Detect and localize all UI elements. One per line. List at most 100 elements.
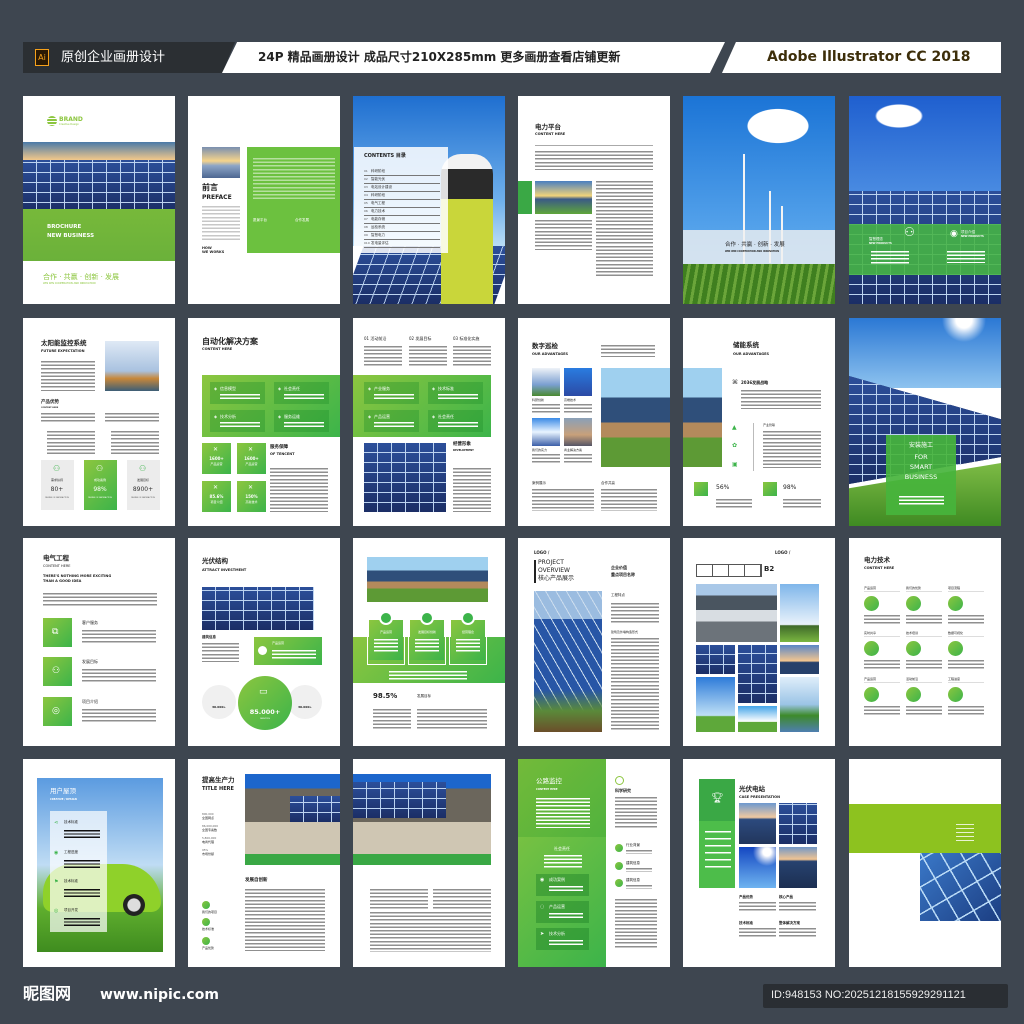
grid-label: 活动前沿 xyxy=(906,677,919,681)
page-title-en: CONTENT HERE xyxy=(536,788,558,791)
page-06-solar-roof: ⚇ ◉ 智慧理念 NEW PRODUCTS 项目介绍 NEW PRODUCTS xyxy=(849,96,1001,304)
text-placeholder xyxy=(739,902,776,913)
tile-icon: ◈ xyxy=(278,414,282,419)
panel-image xyxy=(696,645,735,674)
text-placeholder xyxy=(611,638,659,730)
grid-icon xyxy=(948,641,963,656)
text-placeholder xyxy=(417,709,487,729)
page-title-cn: 提高生产力 xyxy=(202,776,235,784)
text-placeholder xyxy=(864,615,900,624)
text-placeholder xyxy=(64,918,100,928)
page-title-cn: 公路监控 xyxy=(536,777,562,785)
case-label: 核心产品 xyxy=(779,895,793,899)
text-placeholder xyxy=(899,496,944,505)
green-strip xyxy=(353,854,491,865)
text-placeholder xyxy=(906,660,942,669)
box-icon xyxy=(258,646,267,655)
logo-text: LOGO / xyxy=(775,550,791,555)
text-placeholder xyxy=(389,671,467,680)
page-title-en: CONTENT HERE xyxy=(202,347,233,351)
tile-label: 成功案例 xyxy=(549,877,565,882)
contents-number: 07 xyxy=(364,217,368,221)
stat-icon-1 xyxy=(694,482,708,496)
crop-field-image xyxy=(683,264,835,304)
cover-slogan-en: WIN WIN COOPERATION AND INNOVATION xyxy=(43,282,96,285)
stat-label: 全国网点 xyxy=(202,816,215,820)
tile-icon: ◌ xyxy=(540,904,545,910)
field-solar-image xyxy=(535,181,592,214)
case-label: 产品优势 xyxy=(739,895,753,899)
tagline-1: THERE'S NOTHING MORE EXCITING xyxy=(43,574,112,578)
trophy-icon: 🏆︎ xyxy=(711,793,724,804)
thumb-label: 我们的实力 xyxy=(532,448,548,452)
text-placeholder xyxy=(871,251,909,265)
item-label: 技术标准 xyxy=(64,820,78,824)
page-14-pv-structure: 光伏结构 ATTRACT INVESTMENT 建筑信息 产品运营 30.000… xyxy=(188,538,340,746)
stat-label: 发展目标 xyxy=(417,694,431,698)
divider xyxy=(535,145,653,146)
preface-we-works: WE WORKS xyxy=(202,250,225,254)
text-placeholder xyxy=(532,489,594,511)
text-placeholder xyxy=(948,706,984,715)
text-placeholder xyxy=(373,709,411,729)
contents-item: 智慧电力 xyxy=(371,233,385,237)
contents-divider xyxy=(364,239,440,240)
stat-icon: ✕ xyxy=(248,484,254,491)
page-title-cn: 电力平台 xyxy=(535,123,561,131)
header-middle: 24P 精品画册设计 成品尺寸210X285mm 更多画册查看店铺更新 xyxy=(222,42,725,73)
right-title-1: 企业价值 xyxy=(611,565,627,570)
worker-image xyxy=(441,154,493,304)
text-placeholder xyxy=(864,706,900,715)
text-placeholder xyxy=(716,499,752,508)
page-title-cn: 电气工程 xyxy=(43,554,69,562)
brand-sub: Creative Design xyxy=(59,123,79,126)
text-placeholder xyxy=(535,151,653,170)
stat-circle-left xyxy=(202,685,236,719)
page-02-preface: 愿景平台 合作发展 前言 PREFACE HOW WE WORKS xyxy=(188,96,340,304)
tile-label: 社会责任 xyxy=(438,414,454,419)
column-title: 03 标准化实施 xyxy=(453,336,480,341)
contents-number: 05 xyxy=(364,201,368,205)
text-placeholder xyxy=(270,468,328,512)
site-url[interactable]: www.nipic.com xyxy=(100,988,219,1002)
grid-icon xyxy=(906,596,921,611)
column-title: 02 发展目标 xyxy=(409,336,432,341)
page-title-en: CASE PRESENTATION xyxy=(739,795,781,799)
text-placeholder xyxy=(82,669,156,683)
page-20-productivity: 提高生产力 TITLE HERE 发展自创新 800,000 全国网点 86,000… xyxy=(188,759,340,967)
contents-item: 科研阶段 xyxy=(371,193,385,197)
text-placeholder xyxy=(438,394,478,399)
contents-item: 电气工程 xyxy=(371,201,385,205)
page-title-cn: 电力技术 xyxy=(864,556,890,564)
contents-number: 09 xyxy=(364,233,368,237)
list-icon xyxy=(615,879,623,887)
header-left: Ai 原创企业画册设计 xyxy=(23,42,235,73)
text-placeholder xyxy=(948,660,984,669)
card-label: 经营理念 xyxy=(461,630,475,634)
text-placeholder xyxy=(64,830,100,840)
tile-label: 产业服务 xyxy=(374,386,390,391)
text-placeholder xyxy=(956,824,974,842)
text-placeholder xyxy=(374,394,414,399)
stat-icon: ✕ xyxy=(213,484,219,491)
wheel xyxy=(123,894,145,916)
list-icon xyxy=(615,862,623,870)
network-icon: ⚇ xyxy=(904,225,915,239)
overview-line-1: PROJECT xyxy=(538,559,564,566)
card-icon xyxy=(379,611,393,625)
stat-value: 80+ xyxy=(50,486,64,493)
factory-image xyxy=(105,341,159,391)
item-icon: ⚇ xyxy=(52,666,61,676)
text-placeholder xyxy=(615,899,657,949)
circle-label: 产品优势 xyxy=(202,946,215,950)
circle-label: 我们的项目 xyxy=(202,910,218,914)
page-title-cn: 数字巡检 xyxy=(532,342,558,350)
page-04-power-platform: 电力平台 CONTENT HERE xyxy=(518,96,670,304)
green-strip xyxy=(245,854,340,865)
side-title-cn: 服务保障 xyxy=(270,445,288,450)
text-placeholder xyxy=(82,630,156,644)
text-placeholder xyxy=(544,855,582,868)
tile-icon: ◈ xyxy=(214,386,218,391)
thumb-label: 高端技术 xyxy=(564,398,577,402)
text-placeholder xyxy=(364,346,402,366)
